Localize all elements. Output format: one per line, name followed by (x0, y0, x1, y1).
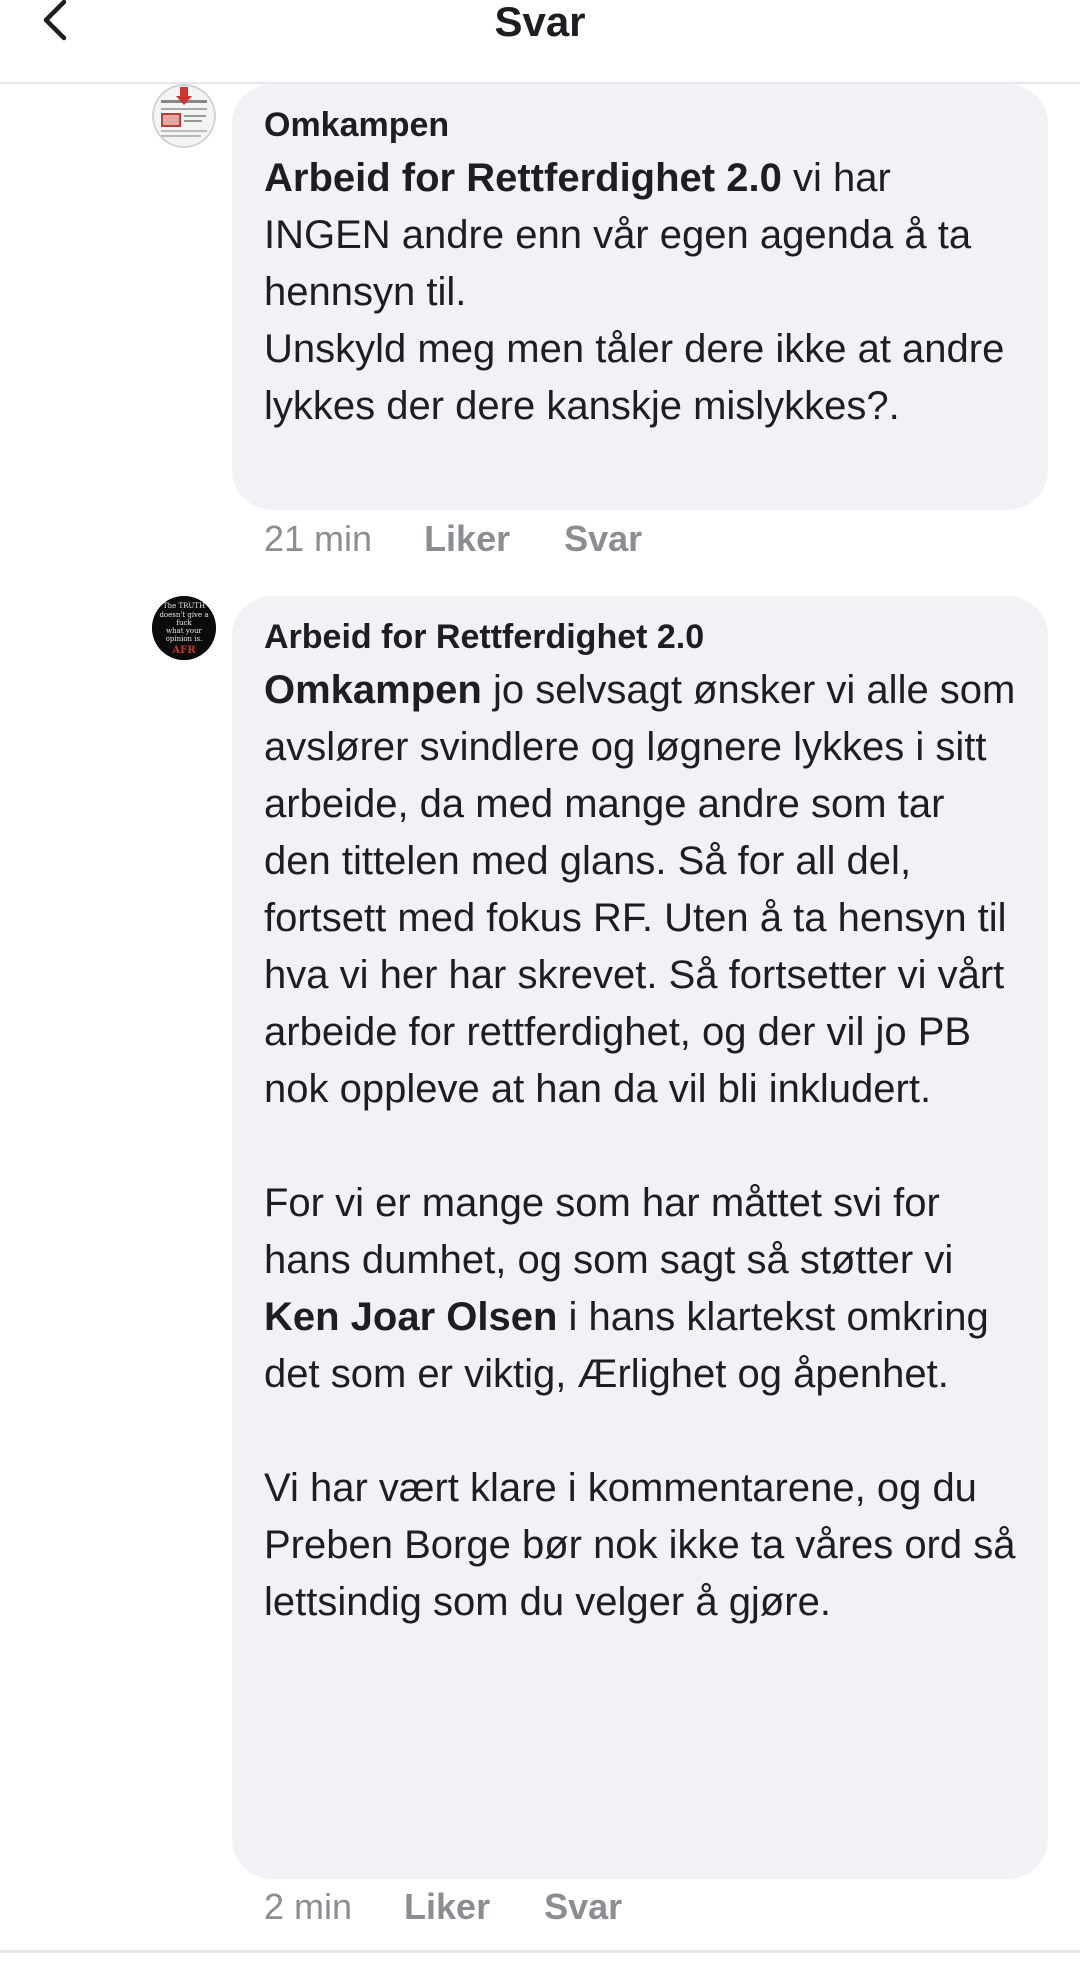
avatar-text-line: opinion is. (166, 635, 203, 643)
mention-link[interactable]: Ken Joar Olsen (264, 1295, 557, 1339)
comment-bubble[interactable]: Arbeid for Rettferdighet 2.0 Omkampen jo… (232, 596, 1048, 1879)
comment-bubble[interactable]: Omkampen Arbeid for Rettferdighet 2.0 vi… (232, 84, 1048, 510)
text-run: For vi er mange som har måttet svi for h… (264, 1181, 954, 1282)
like-button[interactable]: Liker (404, 1886, 490, 1928)
mention-link[interactable]: Omkampen (264, 668, 482, 712)
avatar-text-line: what your (166, 627, 202, 635)
comment-paragraph: Unskyld meg men tåler dere ikke at andre… (264, 321, 1018, 435)
comment-paragraph: Arbeid for Rettferdighet 2.0 vi har INGE… (264, 150, 1018, 321)
comment-author[interactable]: Arbeid for Rettferdighet 2.0 (264, 616, 1018, 658)
comment-text: Arbeid for Rettferdighet 2.0 vi har INGE… (264, 150, 1018, 435)
avatar-thumbnail-icon (152, 84, 216, 148)
avatar-logo-text: AFR (171, 645, 196, 656)
comment-actions: 21 min Liker Svar (264, 518, 696, 560)
avatar-truth-icon: The TRUTH doesn't give a fuck what your … (152, 596, 216, 660)
avatar-text-line: doesn't give a (159, 611, 208, 619)
comment-paragraph: For vi er mange som har måttet svi for h… (264, 1175, 1018, 1403)
comment-author[interactable]: Omkampen (264, 104, 1018, 146)
text-run: Unskyld meg men tåler dere ikke at andre… (264, 327, 1005, 428)
page-title: Svar (494, 0, 586, 45)
text-run: jo selvsagt ønsker vi alle som avslører … (264, 668, 1016, 1111)
reply-button[interactable]: Svar (564, 518, 642, 560)
top-bar: Svar (0, 0, 1080, 84)
comment-timestamp: 21 min (264, 518, 373, 559)
comment-paragraph: Omkampen jo selvsagt ønsker vi alle som … (264, 662, 1018, 1118)
avatar[interactable]: The TRUTH doesn't give a fuck what your … (152, 596, 216, 660)
comment-text: Omkampen jo selvsagt ønsker vi alle som … (264, 662, 1018, 1631)
avatar[interactable] (152, 84, 216, 148)
text-run: Vi har vært klare i kommentarene, og du … (264, 1466, 1016, 1624)
divider (0, 1950, 1080, 1953)
comment-paragraph: Vi har vært klare i kommentarene, og du … (264, 1460, 1018, 1631)
reply-button[interactable]: Svar (544, 1886, 622, 1928)
like-button[interactable]: Liker (424, 518, 510, 560)
avatar-text-line: fuck (176, 619, 192, 627)
comment-actions: 2 min Liker Svar (264, 1886, 676, 1928)
comment-timestamp: 2 min (264, 1886, 353, 1927)
avatar-text-line: The TRUTH (163, 602, 205, 610)
mention-link[interactable]: Arbeid for Rettferdighet 2.0 (264, 156, 782, 200)
